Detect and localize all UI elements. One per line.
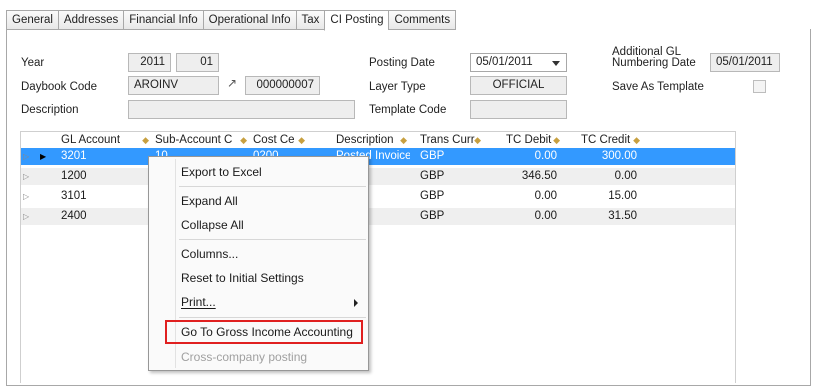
current-row-indicator-icon: ▶	[40, 152, 47, 161]
row-expander-cell: ▷	[21, 188, 58, 205]
cell-gl: 2400	[61, 210, 87, 222]
menu-item-columns[interactable]: Columns...	[151, 243, 366, 265]
layer-type-field[interactable]: OFFICIAL	[470, 76, 567, 95]
row-expander-cell: ▷	[21, 208, 58, 225]
cell-credit: 15.00	[608, 190, 637, 202]
context-menu: Export to Excel Expand All Collapse All …	[148, 156, 369, 371]
layer-type-label: Layer Type	[369, 81, 426, 93]
daybook-code-label: Daybook Code	[21, 81, 98, 93]
posting-date-value: 05/01/2011	[476, 56, 533, 68]
pin-icon: ◆	[400, 135, 407, 145]
header-tc-credit[interactable]: TC Credit ◆	[563, 132, 643, 149]
row-expander-cell: ▷ ▶	[21, 148, 58, 165]
template-code-label: Template Code	[369, 104, 447, 116]
tab-bar: General Addresses Financial Info Operati…	[6, 10, 457, 31]
cell-curr: GBP	[420, 150, 445, 162]
year-label: Year	[21, 57, 45, 69]
year-field[interactable]: 2011	[128, 53, 171, 72]
table-row[interactable]: ▷2400ceGBP0.0031.50	[21, 208, 735, 225]
menu-item-collapse-all[interactable]: Collapse All	[151, 214, 366, 236]
grid-header: GL Account ◆ Sub-Account C ◆ Cost Ce ◆ Desc…	[21, 132, 735, 149]
highlight-box	[165, 320, 363, 344]
menu-item-export-to-excel[interactable]: Export to Excel	[151, 161, 366, 183]
cell-curr: GBP	[420, 170, 445, 182]
daybook-code-field[interactable]: AROINV	[128, 76, 219, 95]
cell-debit: 346.50	[521, 170, 557, 182]
cell-debit: 0.00	[534, 210, 557, 222]
table-row[interactable]: ▷3101ceGBP0.0015.00	[21, 188, 735, 205]
template-code-field[interactable]	[470, 100, 567, 119]
menu-separator	[179, 186, 366, 187]
menu-separator	[179, 239, 366, 240]
posting-date-dropdown[interactable]: 05/01/2011	[470, 53, 567, 72]
description-field[interactable]	[128, 100, 355, 119]
menu-item-reset-settings[interactable]: Reset to Initial Settings	[151, 267, 366, 289]
header-cost-center[interactable]: Cost Ce ◆	[250, 132, 308, 149]
tab-comments[interactable]: Comments	[388, 10, 457, 30]
additional-gl-date-field[interactable]: 05/01/2011	[710, 53, 780, 72]
menu-item-cross-company-posting: Cross-company posting	[181, 350, 308, 364]
cell-credit: 300.00	[601, 150, 637, 162]
daybook-number-field[interactable]: 000000007	[245, 76, 320, 95]
menu-separator	[179, 317, 366, 318]
description-label: Description	[21, 104, 79, 116]
cell-debit: 0.00	[534, 150, 557, 162]
menu-item-print[interactable]: Print...	[151, 291, 366, 313]
tab-general[interactable]: General	[6, 10, 58, 30]
table-row[interactable]: ▷▶3201100200Posted InvoiceGBP0.00300.00	[21, 148, 735, 165]
table-row[interactable]: ▷1200ceGBP346.500.00	[21, 168, 735, 185]
link-icon[interactable]: ↗	[227, 76, 237, 90]
posting-date-label: Posting Date	[369, 57, 435, 69]
cell-gl: 1200	[61, 170, 87, 182]
period-field[interactable]: 01	[176, 53, 219, 72]
pin-icon: ◆	[298, 135, 305, 145]
submenu-arrow-icon	[354, 299, 358, 307]
pin-icon: ◆	[142, 135, 149, 145]
tab-addresses[interactable]: Addresses	[57, 10, 124, 30]
header-gl-account[interactable]: GL Account ◆	[58, 132, 152, 149]
header-sub-account[interactable]: Sub-Account C ◆	[152, 132, 250, 149]
pin-icon: ◆	[240, 135, 247, 145]
cell-curr: GBP	[420, 190, 445, 202]
save-as-template-label: Save As Template	[612, 81, 704, 93]
save-as-template-checkbox[interactable]	[753, 80, 766, 93]
expand-row-icon[interactable]: ▷	[23, 208, 33, 225]
header-spacer	[21, 132, 58, 149]
additional-gl-label: Additional GL Numbering Date	[612, 46, 696, 69]
cell-debit: 0.00	[534, 190, 557, 202]
expand-row-icon[interactable]: ▷	[23, 148, 33, 165]
header-tc-debit[interactable]: TC Debit ◆	[484, 132, 563, 149]
cell-credit: 31.50	[608, 210, 637, 222]
cell-gl: 3201	[61, 150, 87, 162]
tab-tax[interactable]: Tax	[295, 10, 325, 30]
expand-row-icon[interactable]: ▷	[23, 168, 33, 185]
cell-curr: GBP	[420, 210, 445, 222]
tab-operational-info[interactable]: Operational Info	[202, 10, 296, 30]
header-description[interactable]: Description ◆	[308, 132, 410, 149]
pin-icon: ◆	[633, 135, 640, 145]
menu-item-expand-all[interactable]: Expand All	[151, 190, 366, 212]
tab-ci-posting[interactable]: CI Posting	[324, 10, 389, 31]
tab-financial-info[interactable]: Financial Info	[123, 10, 203, 30]
expand-row-icon[interactable]: ▷	[23, 188, 33, 205]
cell-credit: 0.00	[614, 170, 637, 182]
cell-gl: 3101	[61, 190, 87, 202]
header-trans-curr[interactable]: Trans Curr ◆	[410, 132, 484, 149]
pin-icon: ◆	[474, 135, 481, 145]
pin-icon: ◆	[553, 135, 560, 145]
row-expander-cell: ▷	[21, 168, 58, 185]
chevron-down-icon	[552, 61, 560, 66]
